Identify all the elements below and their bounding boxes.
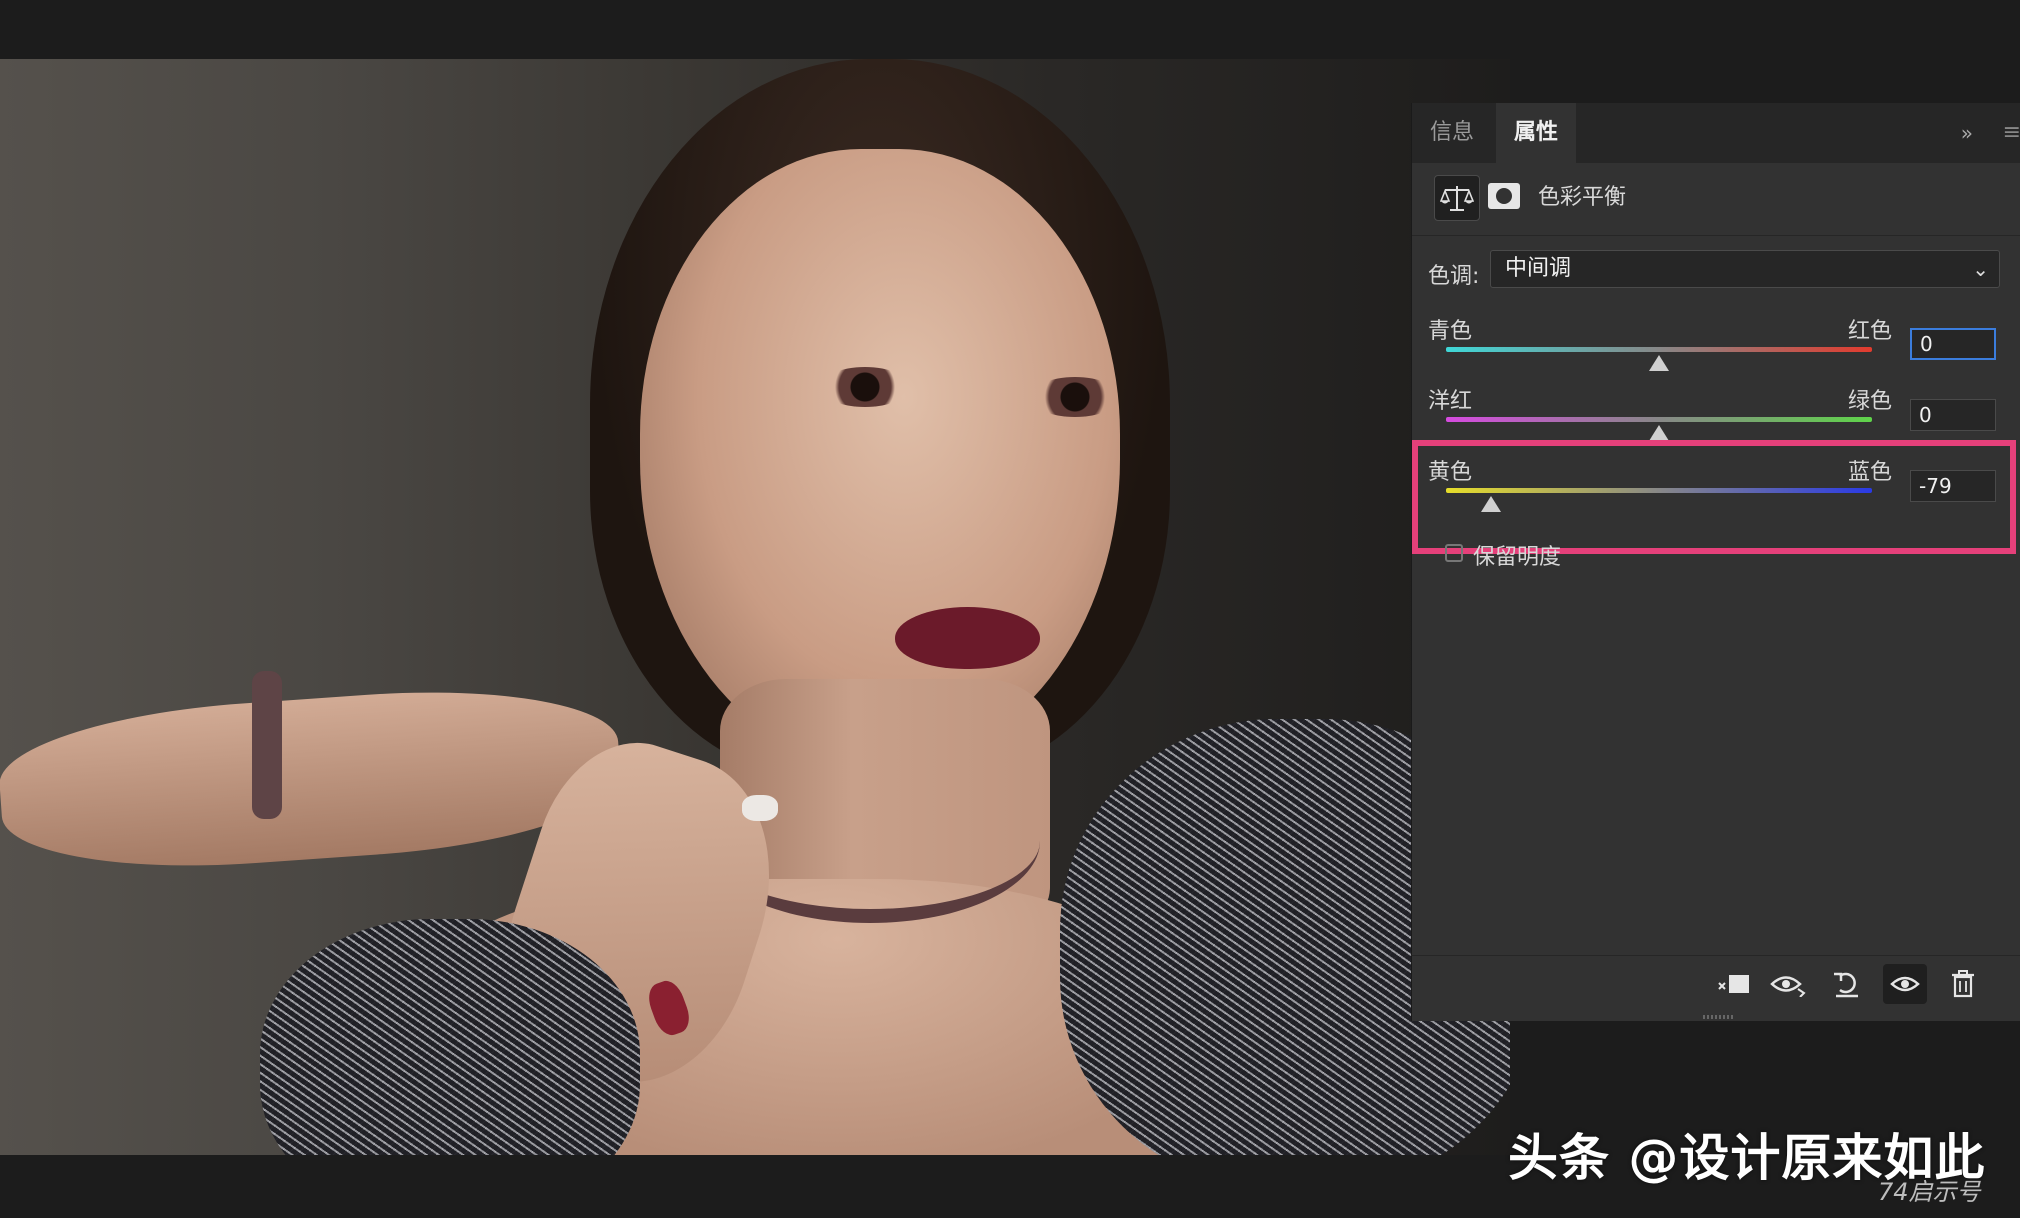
arm	[0, 677, 625, 881]
yellow-blue-value-input[interactable]: -79	[1910, 470, 1996, 502]
slider-cyan-label: 青色	[1428, 319, 1473, 344]
bracelet	[252, 671, 282, 819]
slider-red-label: 红色	[1848, 319, 1893, 344]
watermark-corner: 74启示号	[1878, 1178, 1981, 1206]
magenta-green-thumb[interactable]	[1649, 425, 1669, 441]
tab-properties[interactable]: 属性	[1496, 103, 1577, 163]
layer-mask-icon[interactable]	[1488, 183, 1520, 209]
highlight-frame: 黄色 蓝色 -79	[1412, 440, 2016, 554]
magenta-green-track[interactable]	[1446, 417, 1872, 422]
face	[640, 149, 1120, 769]
panel-tabbar: 信息 属性 » ≡	[1412, 103, 2020, 163]
tone-select[interactable]: 中间调 ⌄	[1490, 250, 2000, 288]
cyan-red-track[interactable]	[1446, 347, 1872, 352]
adjustment-header: 色彩平衡	[1412, 163, 2020, 236]
tone-value: 中间调	[1505, 256, 1572, 281]
slider-yellow-label: 黄色	[1428, 460, 1473, 485]
collapse-panel-icon[interactable]: »	[1961, 103, 1973, 163]
tone-label: 色调:	[1428, 264, 1480, 289]
scales-icon[interactable]	[1434, 175, 1480, 221]
tab-info[interactable]: 信息	[1412, 103, 1492, 163]
slider-blue-label: 蓝色	[1848, 460, 1893, 485]
yellow-blue-track[interactable]	[1446, 488, 1872, 493]
chevron-down-icon: ⌄	[1972, 257, 1989, 281]
adjustment-title: 色彩平衡	[1538, 185, 1627, 210]
fur-left	[260, 919, 640, 1155]
magenta-green-value-input[interactable]: 0	[1910, 399, 1996, 431]
eye-right	[1030, 377, 1120, 417]
slider-green-label: 绿色	[1848, 389, 1893, 414]
slider-magenta-label: 洋红	[1428, 389, 1473, 414]
panel-menu-icon[interactable]: ≡	[2003, 103, 2020, 163]
properties-panel: 信息 属性 » ≡ 色彩平衡 色调: 中间调 ⌄ 青色 红色 0 洋红 绿色 0	[1411, 103, 2020, 1021]
nail-white	[742, 795, 778, 821]
lips	[895, 607, 1040, 669]
eye-left	[820, 367, 910, 407]
photo-canvas[interactable]	[0, 59, 1510, 1155]
yellow-blue-thumb[interactable]	[1480, 496, 1501, 512]
cyan-red-value-input[interactable]: 0	[1910, 328, 1996, 360]
cyan-red-thumb[interactable]	[1649, 355, 1669, 371]
